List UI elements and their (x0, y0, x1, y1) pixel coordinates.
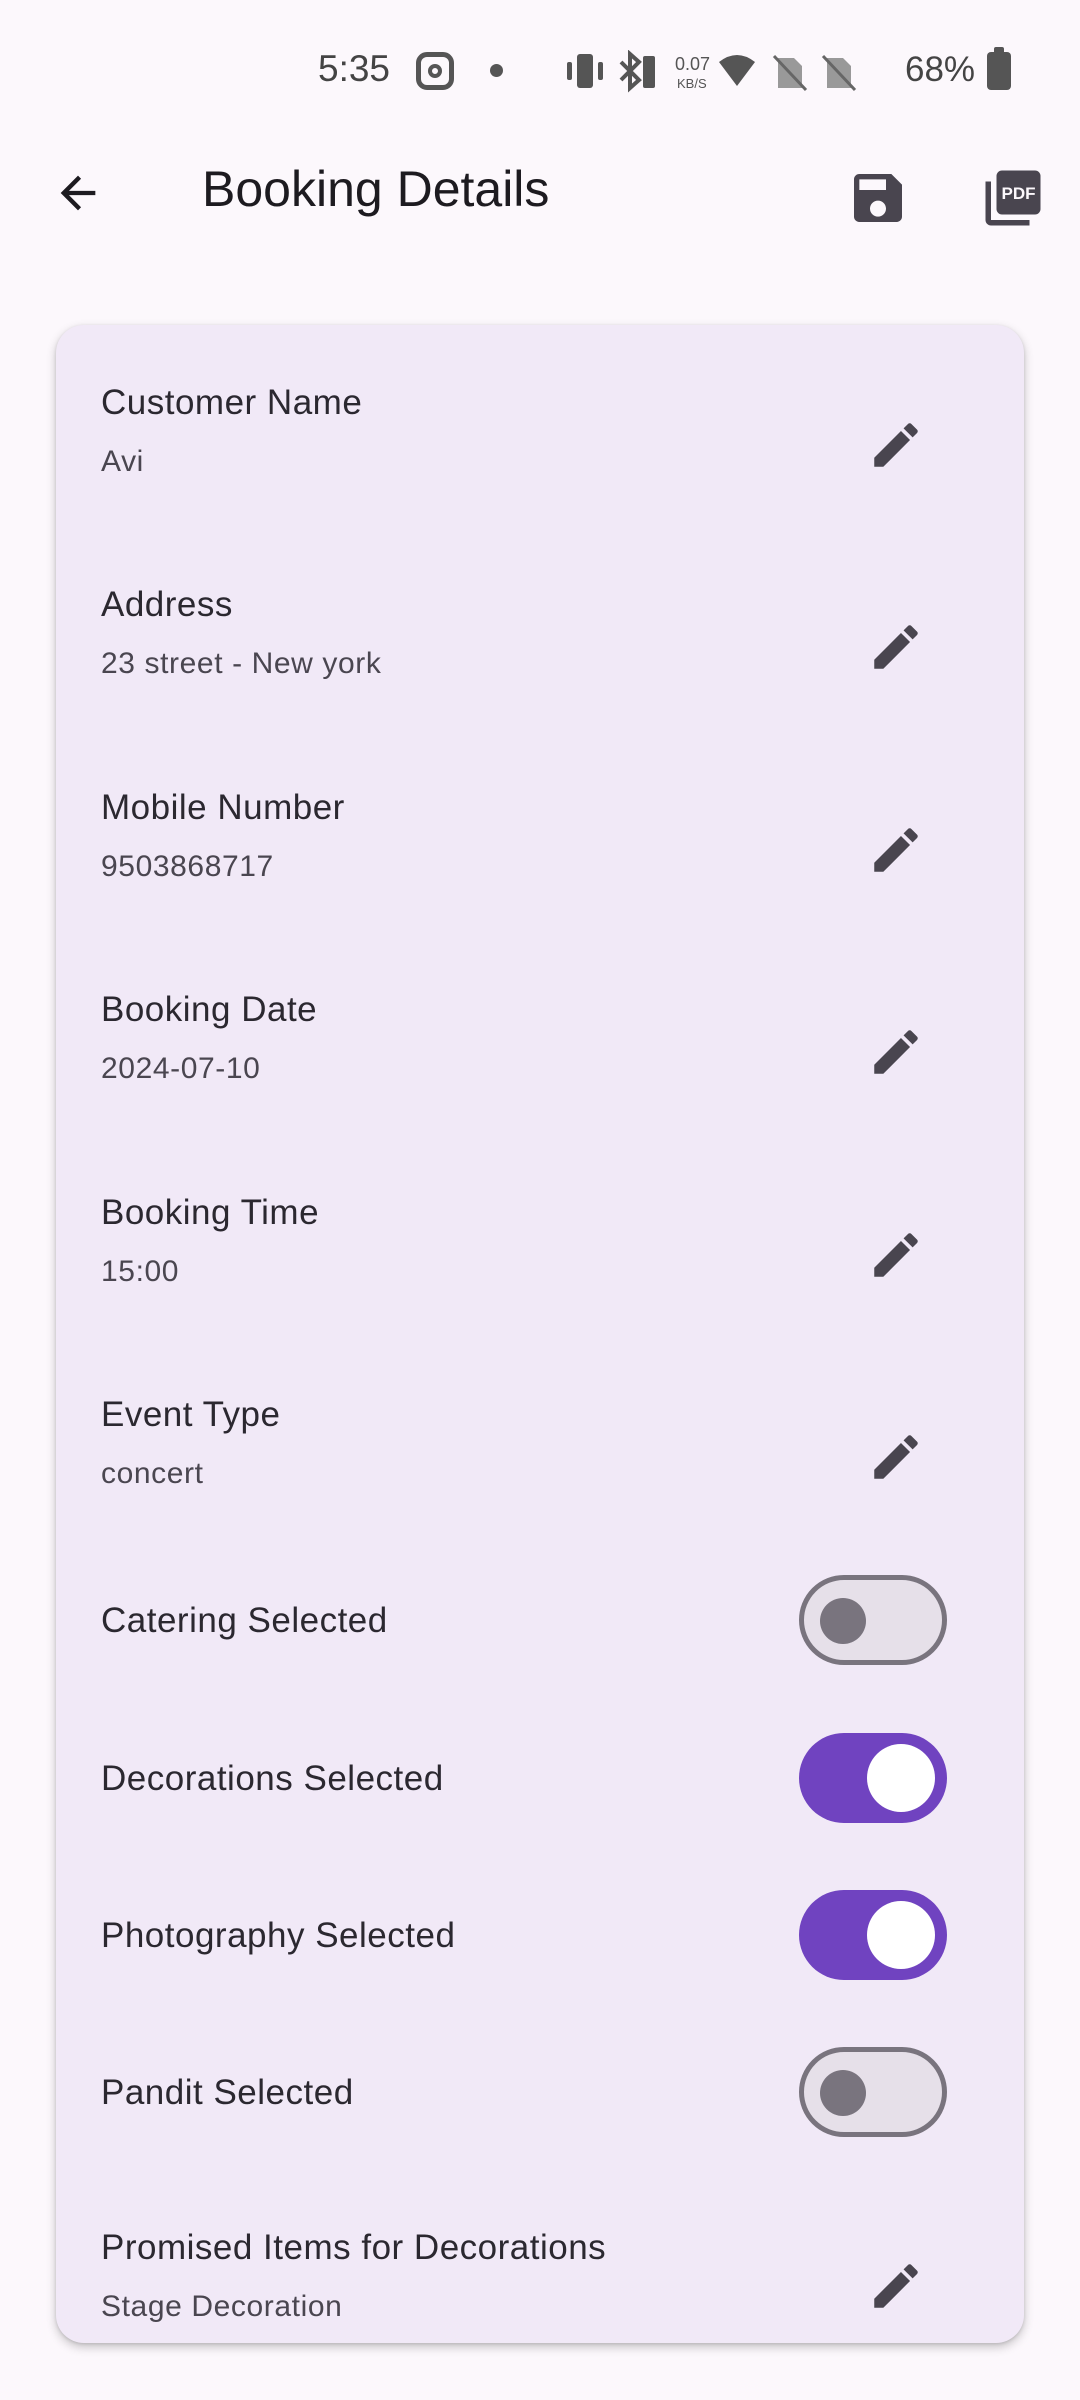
switch-thumb (867, 1744, 935, 1812)
net-speed-top: 0.07 (675, 54, 710, 74)
field-value: 9503868717 (101, 850, 274, 883)
field-value: 23 street - New york (101, 647, 382, 680)
decorations-switch[interactable] (799, 1733, 947, 1823)
field-label: Promised Items for Decorations (101, 2228, 607, 2267)
field-label: Address (101, 585, 233, 624)
export-pdf-button[interactable]: PDF (970, 158, 1056, 238)
back-button[interactable] (40, 155, 116, 231)
photography-switch[interactable] (799, 1890, 947, 1980)
pdf-icon: PDF (985, 170, 1041, 226)
switch-thumb (820, 1598, 866, 1644)
page-title: Booking Details (202, 161, 550, 217)
notification-dot-icon (490, 64, 503, 77)
edit-booking-date-button[interactable] (856, 1012, 936, 1092)
net-speed-bottom: KB/S (677, 76, 707, 91)
edit-customer-name-button[interactable] (856, 405, 936, 485)
toggle-row-pandit: Pandit Selected (56, 2047, 1024, 2147)
field-customer-name: Customer Name Avi (56, 383, 1024, 503)
field-label: Mobile Number (101, 788, 345, 827)
edit-icon (874, 625, 918, 669)
field-value: concert (101, 1457, 204, 1490)
status-icons: 0.07 KB/S (567, 50, 857, 93)
save-button[interactable] (838, 158, 918, 238)
edit-icon (874, 828, 918, 872)
field-value: Avi (101, 445, 144, 478)
edit-address-button[interactable] (856, 607, 936, 687)
field-value: 15:00 (101, 1255, 180, 1288)
field-label: Booking Time (101, 1193, 320, 1232)
toggle-label: Catering Selected (101, 1601, 388, 1640)
edit-event-type-button[interactable] (856, 1417, 936, 1497)
toggle-row-photography: Photography Selected (56, 1890, 1024, 1990)
field-label: Customer Name (101, 383, 363, 422)
edit-icon (874, 423, 918, 467)
edit-icon (874, 1030, 918, 1074)
field-value: Stage Decoration (101, 2290, 343, 2323)
edit-icon (874, 1233, 918, 1277)
catering-switch[interactable] (799, 1575, 947, 1665)
field-label: Booking Date (101, 990, 318, 1029)
toggle-label: Pandit Selected (101, 2073, 354, 2112)
app-bar: Booking Details PDF (0, 130, 1080, 255)
edit-booking-time-button[interactable] (856, 1215, 936, 1295)
bluetooth-icon (619, 50, 642, 93)
switch-thumb (820, 2070, 866, 2116)
edit-icon (874, 2264, 918, 2308)
field-label: Event Type (101, 1395, 281, 1434)
bt-battery-icon (643, 56, 655, 88)
edit-promised-items-button[interactable] (856, 2246, 936, 2326)
field-mobile-number: Mobile Number 9503868717 (56, 788, 1024, 908)
instagram-icon (416, 52, 454, 90)
edit-mobile-number-button[interactable] (856, 810, 936, 890)
save-icon (854, 174, 902, 222)
battery-percent: 68% (905, 50, 976, 89)
edit-icon (874, 1435, 918, 1479)
toggle-row-decorations: Decorations Selected (56, 1733, 1024, 1833)
battery-icon (987, 47, 1011, 90)
status-time: 5:35 (318, 48, 391, 89)
toggle-label: Photography Selected (101, 1916, 456, 1955)
field-address: Address 23 street - New york (56, 585, 1024, 705)
field-value: 2024-07-10 (101, 1052, 261, 1085)
pdf-icon-text: PDF (1001, 184, 1035, 203)
field-booking-time: Booking Time 15:00 (56, 1193, 1024, 1313)
wifi-icon (719, 55, 755, 86)
field-booking-date: Booking Date 2024-07-10 (56, 990, 1024, 1110)
field-promised-items: Promised Items for Decorations Stage Dec… (56, 2228, 1024, 2343)
switch-thumb (867, 1901, 935, 1969)
booking-details-card: Customer Name Avi Address 23 street - Ne… (56, 325, 1024, 2343)
arrow-back-icon (60, 175, 96, 211)
toggle-label: Decorations Selected (101, 1759, 444, 1798)
field-event-type: Event Type concert (56, 1395, 1024, 1515)
vibrate-icon (567, 54, 603, 88)
status-bar: 5:35 0.07 KB/S 68% (0, 0, 1080, 130)
pandit-switch[interactable] (799, 2047, 947, 2137)
toggle-row-catering: Catering Selected (56, 1575, 1024, 1675)
